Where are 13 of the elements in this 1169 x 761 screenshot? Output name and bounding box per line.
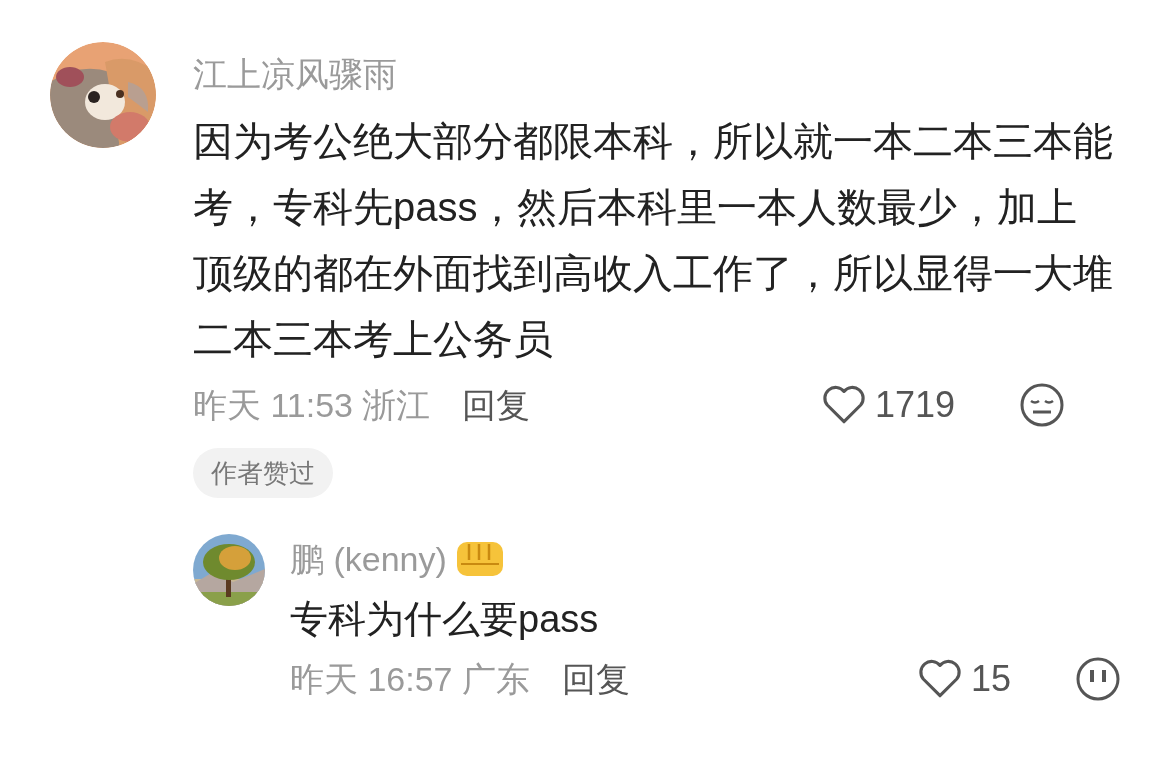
heart-icon[interactable] — [916, 658, 963, 700]
comment-time: 昨天 11:53 浙江 — [193, 384, 431, 426]
face-icon[interactable] — [1019, 382, 1065, 428]
comment-time: 昨天 16:57 广东 — [290, 658, 530, 700]
reply-link[interactable]: 回复 — [562, 653, 630, 705]
reply-text: 专科为什么要pass — [290, 597, 600, 642]
like-count: 1719 — [874, 383, 955, 427]
like-count: 15 — [970, 657, 1011, 701]
face-icon[interactable] — [1075, 656, 1121, 702]
comment-text: 因为考公绝大部分都限本科，所以就一本二本三本能考，专科先pass，然后本科里一本人数最少，加上顶级的都在外面找到高收入工作了，所以显得一大堆二本三本考上公务员 — [193, 118, 1113, 363]
heart-icon[interactable] — [820, 384, 867, 426]
reply-link[interactable]: 回复 — [462, 379, 531, 431]
author-liked-badge: 作者赞过 — [193, 448, 333, 498]
